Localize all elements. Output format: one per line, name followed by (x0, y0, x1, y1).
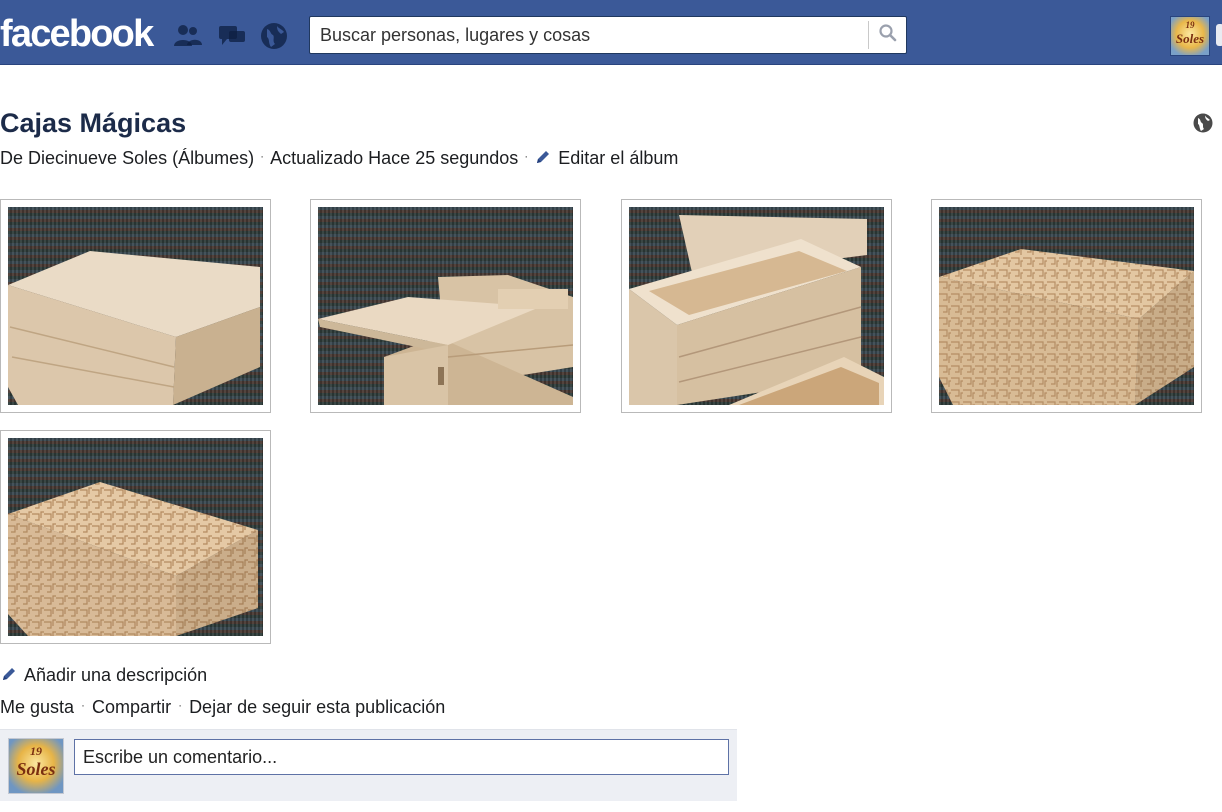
notifications-globe-icon[interactable] (258, 20, 290, 52)
photo-thumbnail[interactable] (310, 199, 581, 413)
search-box (309, 16, 907, 54)
avatar-label: Soles (16, 759, 56, 779)
photo-image (939, 207, 1194, 405)
photo-thumbnail[interactable] (621, 199, 892, 413)
topbar-overflow-button[interactable] (1216, 24, 1222, 46)
top-bar: facebook Buscar personas, lugares y cosa… (0, 0, 1222, 65)
photo-image (8, 207, 263, 405)
photo-thumbnail[interactable] (931, 199, 1202, 413)
avatar-number: 19 (1185, 20, 1195, 30)
pencil-icon (0, 665, 18, 683)
commenter-avatar: 19 Soles (8, 738, 64, 794)
profile-avatar[interactable]: 19 Soles (1170, 16, 1210, 56)
album-meta: De Diecinueve Soles (Álbumes) · Actualizad… (0, 146, 678, 172)
friend-requests-icon[interactable] (172, 20, 204, 52)
album-updated: Actualizado Hace 25 segundos (270, 148, 519, 168)
search-divider (868, 21, 869, 49)
comment-input[interactable] (74, 739, 729, 775)
avatar-label: Soles (1175, 31, 1205, 46)
share-link[interactable]: Compartir (92, 697, 171, 717)
messages-icon[interactable] (216, 20, 248, 52)
edit-album-label: Editar el álbum (558, 148, 679, 168)
separator-dot: · (81, 698, 86, 712)
search-button[interactable] (870, 17, 906, 53)
comment-composer: 19 Soles (0, 729, 737, 801)
edit-album-link[interactable]: Editar el álbum (534, 148, 678, 168)
photo-thumbnail[interactable] (0, 199, 271, 413)
post-actions: Me gusta · Compartir · Dejar de seguir esta … (0, 695, 445, 721)
photo-image (8, 438, 263, 636)
avatar-number: 19 (30, 744, 42, 758)
photo-image (318, 207, 573, 405)
add-description: Añadir una descripción (0, 663, 207, 687)
globe-privacy-icon[interactable] (1192, 112, 1214, 134)
like-link[interactable]: Me gusta (0, 697, 74, 717)
add-description-label: Añadir una descripción (24, 665, 208, 685)
photo-thumbnail[interactable] (0, 430, 271, 644)
album-author-link[interactable]: De Diecinueve Soles (Álbumes) (0, 148, 254, 168)
search-input[interactable] (310, 17, 866, 53)
album-title: Cajas Mágicas (0, 108, 187, 138)
separator-dot: · (178, 698, 183, 712)
search-icon (878, 23, 898, 48)
separator-dot: · (260, 149, 265, 163)
unfollow-link[interactable]: Dejar de seguir esta publicación (189, 697, 445, 717)
pencil-icon (534, 148, 552, 166)
add-description-link[interactable]: Añadir una descripción (0, 665, 207, 685)
photo-image (629, 207, 884, 405)
facebook-logo[interactable]: facebook (0, 12, 154, 56)
separator-dot: · (524, 149, 529, 163)
